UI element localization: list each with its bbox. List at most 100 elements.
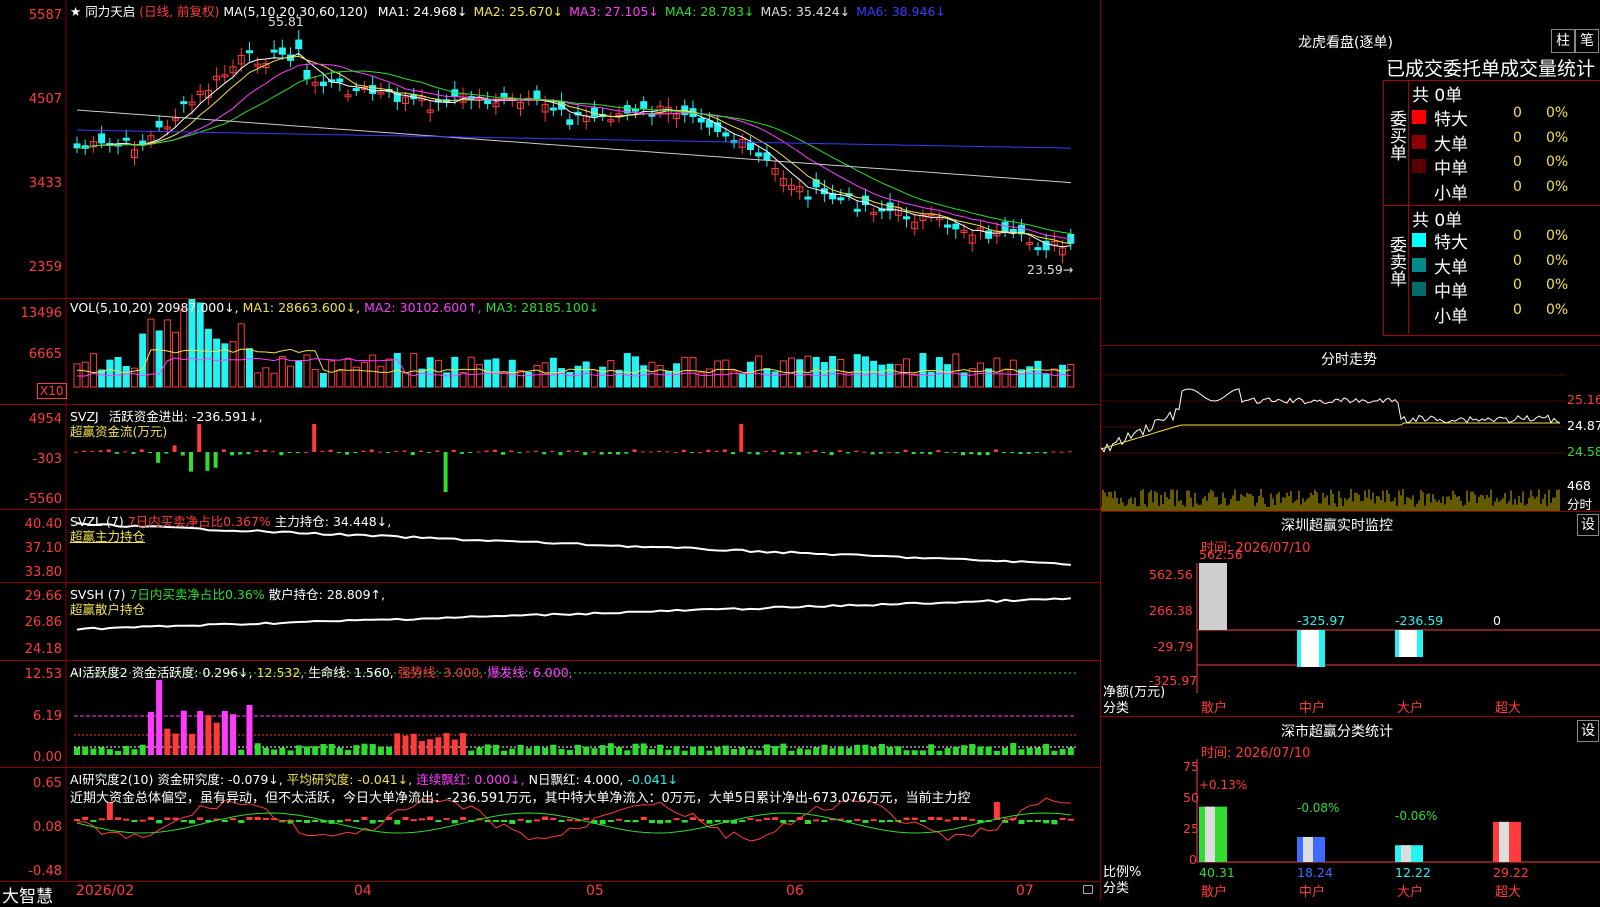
volume-bar: [763, 368, 771, 388]
volume-bar: [796, 359, 804, 388]
y-tick: 4507: [28, 92, 62, 107]
research-bar: [90, 820, 97, 822]
activity-bar: [936, 750, 943, 755]
y-tick: 5587: [28, 8, 62, 23]
period-label[interactable]: (日线, 前复权): [139, 4, 219, 19]
activity-bar: [164, 728, 171, 755]
monitor-category: 大户: [1397, 701, 1424, 716]
volume-bar: [360, 361, 368, 388]
research-bar: [1059, 817, 1066, 820]
flow-bar: [180, 452, 185, 456]
activity-bar: [238, 749, 245, 755]
flow-bar: [509, 450, 514, 452]
activity-bar: [328, 744, 335, 755]
svzl-panel[interactable]: SVZL (7) 7日内买卖净占比0.367% 主力持仓: 34.448↓, 超…: [0, 510, 1100, 583]
research-bar: [542, 816, 549, 820]
lhb-stats-title: 已成交委托单成交量统计: [1386, 58, 1596, 80]
activity-bar: [780, 743, 787, 755]
price-line: [1101, 388, 1561, 453]
flow-bar: [279, 452, 284, 456]
volume-bar: [590, 369, 598, 388]
activity-bar: [484, 744, 491, 755]
research-bar: [123, 818, 130, 821]
lhb-row-name: 中单: [1434, 282, 1468, 302]
research-bar: [755, 819, 762, 822]
svzl-value: 主力持仓: 34.448↓,: [274, 514, 392, 529]
lhb-row-pct: 0%: [1546, 129, 1569, 146]
flow-bar: [854, 450, 859, 452]
research-bar: [312, 820, 319, 822]
activity-bar: [862, 744, 869, 755]
research-bar: [854, 818, 861, 821]
ma-value-6: MA6: 38.946↓: [856, 4, 946, 19]
activity-bar: [558, 748, 565, 755]
classify-panel[interactable]: 深市超赢分类统计 设 时间: 2026/07/10 75 50 25 0 比例%…: [1101, 719, 1600, 900]
flow-bar: [320, 451, 325, 453]
activity-bar: [451, 739, 458, 755]
activity-bar: [1067, 747, 1074, 755]
favorite-star-icon[interactable]: ★: [70, 4, 81, 19]
vol-ma1: MA1: 28663.600↓,: [242, 300, 361, 315]
intraday-panel[interactable]: 分时走势 25.16 24.87 24.58 468 分时: [1101, 345, 1600, 512]
svsh-panel[interactable]: SVSH (7) 7日内买卖净占比0.36% 散户持仓: 28.809↑, 超赢…: [0, 583, 1100, 661]
research-bar: [156, 820, 163, 824]
candle: [533, 90, 541, 99]
research-bar: [961, 816, 968, 820]
ai-activity-panel[interactable]: AI活跃度2 资金活跃度: 0.296↓, 12.532, 生命线: 1.560…: [0, 661, 1100, 768]
research-bar: [1018, 820, 1025, 825]
sell-side-label: 委卖单: [1386, 236, 1406, 287]
flow-bar: [591, 451, 596, 453]
candle: [245, 50, 253, 54]
flow-bar: [517, 452, 522, 454]
activity-bar: [673, 746, 680, 755]
research-bar: [377, 820, 384, 822]
pen-mode-button[interactable]: 笔: [1575, 29, 1599, 53]
flow-bar: [1010, 452, 1015, 454]
volume-bar: [911, 373, 919, 388]
intraday-title: 分时走势: [1321, 352, 1377, 368]
research-bar: [969, 818, 976, 821]
volume-bar: [812, 356, 820, 388]
volume-bar: [837, 359, 845, 388]
kline-panel[interactable]: ★ 同力天启 (日线, 前复权) MA(5,10,20,30,60,120) M…: [0, 0, 1100, 299]
monitor-panel[interactable]: 深圳超赢实时监控 设 时间: 2026/07/10 562.56 266.38 …: [1101, 513, 1600, 717]
activity-bar: [969, 744, 976, 755]
volume-bar: [673, 363, 681, 388]
flow-bar: [788, 452, 793, 454]
flow-bar: [829, 452, 834, 456]
intraday-vol-label: 分时: [1567, 497, 1593, 512]
research-bar: [928, 816, 935, 820]
flow-bar: [484, 450, 489, 452]
activity-bar: [804, 749, 811, 755]
date-label: 2026/02: [76, 883, 135, 899]
volume-bar: [607, 360, 615, 388]
volume-bar: [229, 341, 237, 388]
volume-bar: [746, 361, 754, 388]
candle: [1034, 247, 1042, 251]
svzj-subtitle: 超赢资金流(万元): [70, 424, 168, 439]
lock-icon[interactable]: [1083, 885, 1093, 894]
ai2-strong: 强势线: 3.000,: [397, 665, 484, 680]
research-bar: [517, 818, 524, 821]
activity-bar: [517, 744, 524, 755]
volume-panel[interactable]: VOL(5,10,20) 20987.000↓, MA1: 28663.600↓…: [0, 299, 1100, 405]
flow-bar: [221, 449, 226, 452]
svzj-panel[interactable]: SVZJ 活跃资金进出: -236.591↓, 超赢资金流(万元) 4954 -…: [0, 405, 1100, 510]
y-tick: 25: [1183, 821, 1199, 836]
research-bar: [115, 817, 122, 820]
activity-bar: [279, 747, 286, 755]
ai-research-panel[interactable]: AI研究度2(10) 资金研究度: -0.079↓, 平均研究度: -0.041…: [0, 768, 1100, 881]
research-bar: [714, 820, 721, 822]
y-tick: 13496: [20, 306, 62, 321]
air-title: AI研究度2(10): [70, 772, 154, 787]
lhb-row-val: 0: [1513, 228, 1522, 244]
flow-bar: [188, 452, 193, 472]
flow-bar: [763, 451, 768, 453]
activity-bar: [254, 743, 261, 755]
ma-line: [76, 70, 1071, 234]
flow-bar: [295, 452, 300, 454]
research-bar: [1034, 820, 1041, 822]
bar-mode-button[interactable]: 柱: [1551, 29, 1575, 53]
research-bar: [74, 818, 80, 821]
flow-bar: [106, 449, 111, 452]
